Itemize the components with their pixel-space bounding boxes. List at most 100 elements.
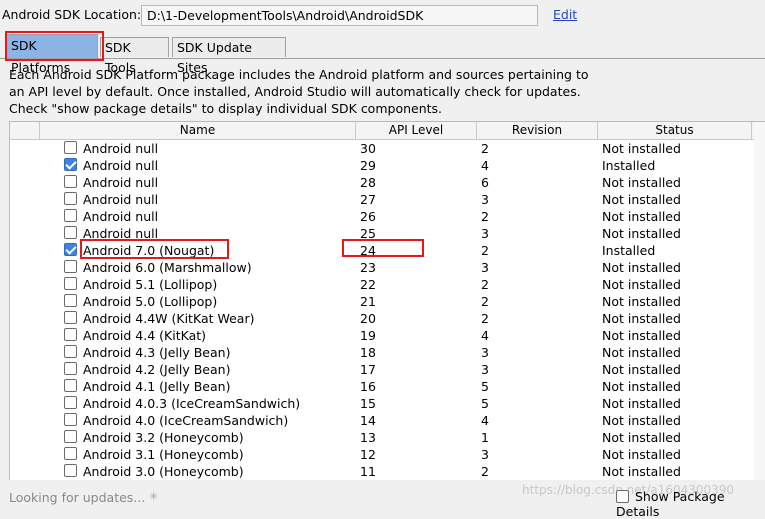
table-row[interactable]: Android 4.4 (KitKat) 19 4 Not installed [10, 327, 765, 344]
api-level-cell: 25 [360, 226, 376, 241]
revision-cell: 4 [481, 328, 489, 343]
platform-checkbox[interactable] [64, 294, 77, 307]
table-row[interactable]: Android 5.0 (Lollipop) 21 2 Not installed [10, 293, 765, 310]
sdk-location-label: Android SDK Location: [2, 7, 142, 22]
column-header-name[interactable]: Name [40, 122, 356, 139]
platform-checkbox[interactable] [64, 192, 77, 205]
table-row[interactable]: Android 4.0.3 (IceCreamSandwich) 15 5 Not i… [10, 395, 765, 412]
status-cell: Not installed [602, 175, 681, 190]
platform-name-cell: Android 4.4W (KitKat Wear) [83, 311, 255, 326]
table-row[interactable]: Android 5.1 (Lollipop) 22 2 Not installed [10, 276, 765, 293]
table-row[interactable]: Android 4.0 (IceCreamSandwich) 14 4 Not ins… [10, 412, 765, 429]
platform-checkbox[interactable] [64, 328, 77, 341]
platform-checkbox[interactable] [64, 226, 77, 239]
status-cell: Not installed [602, 192, 681, 207]
platform-checkbox[interactable] [64, 345, 77, 358]
revision-cell: 3 [481, 226, 489, 241]
platform-name-cell: Android 3.1 (Honeycomb) [83, 447, 244, 462]
status-cell: Not installed [602, 413, 681, 428]
status-cell: Not installed [602, 311, 681, 326]
status-cell: Not installed [602, 294, 681, 309]
platform-checkbox[interactable] [64, 362, 77, 375]
status-cell: Not installed [602, 277, 681, 292]
tab-sdk-platforms[interactable]: SDK Platforms [6, 34, 98, 75]
api-level-cell: 19 [360, 328, 376, 343]
table-row[interactable]: Android null 25 3 Not installed [10, 225, 765, 242]
tab-sdk-update-sites[interactable]: SDK Update Sites [172, 37, 286, 75]
api-level-cell: 20 [360, 311, 376, 326]
table-row[interactable]: Android 6.0 (Marshmallow) 23 3 Not installe… [10, 259, 765, 276]
platform-checkbox[interactable] [64, 277, 77, 290]
table-row[interactable]: Android 4.2 (Jelly Bean) 17 3 Not installed [10, 361, 765, 378]
revision-cell: 3 [481, 447, 489, 462]
api-level-cell: 23 [360, 260, 376, 275]
platform-checkbox[interactable] [64, 396, 77, 409]
table-row[interactable]: Android 3.2 (Honeycomb) 13 1 Not installed [10, 429, 765, 446]
table-row[interactable]: Android null 28 6 Not installed [10, 174, 765, 191]
revision-cell: 4 [481, 158, 489, 173]
table-row[interactable]: Android 7.0 (Nougat) 24 2 Installed [10, 242, 765, 259]
api-level-cell: 15 [360, 396, 376, 411]
platform-checkbox[interactable] [64, 175, 77, 188]
platform-name-cell: Android 7.0 (Nougat) [83, 243, 215, 258]
table-row[interactable]: Android 3.0 (Honeycomb) 11 2 Not installed [10, 463, 765, 480]
status-cell: Not installed [602, 226, 681, 241]
show-package-details-label: Show Package Details [616, 489, 725, 519]
platform-checkbox[interactable] [64, 447, 77, 460]
revision-cell: 5 [481, 379, 489, 394]
loading-spinner-icon: ✳ [149, 490, 159, 503]
platform-checkbox[interactable] [64, 260, 77, 273]
revision-cell: 2 [481, 464, 489, 479]
column-header-api-level[interactable]: API Level [356, 122, 477, 139]
tab-sdk-tools[interactable]: SDK Tools [100, 37, 169, 75]
platform-checkbox[interactable] [64, 158, 77, 171]
platform-checkbox[interactable] [64, 379, 77, 392]
platform-checkbox[interactable] [64, 243, 77, 256]
column-header-status[interactable]: Status [598, 122, 752, 139]
api-level-cell: 30 [360, 141, 376, 156]
revision-cell: 3 [481, 260, 489, 275]
revision-cell: 6 [481, 175, 489, 190]
table-row[interactable]: Android null 26 2 Not installed [10, 208, 765, 225]
table-row[interactable]: Android null 29 4 Installed [10, 157, 765, 174]
table-row[interactable]: Android null 30 2 Not installed [10, 140, 765, 157]
show-package-details-checkbox[interactable] [616, 490, 629, 503]
api-level-cell: 24 [360, 243, 376, 258]
revision-cell: 2 [481, 243, 489, 258]
revision-cell: 5 [481, 396, 489, 411]
platform-checkbox[interactable] [64, 464, 77, 477]
table-row[interactable]: Android 4.3 (Jelly Bean) 18 3 Not installed [10, 344, 765, 361]
table-scroll-gutter [754, 122, 765, 480]
api-level-cell: 17 [360, 362, 376, 377]
status-cell: Not installed [602, 345, 681, 360]
table-row[interactable]: Android 4.4W (KitKat Wear) 20 2 Not install… [10, 310, 765, 327]
api-level-cell: 28 [360, 175, 376, 190]
platform-checkbox[interactable] [64, 311, 77, 324]
platform-name-cell: Android 5.0 (Lollipop) [83, 294, 218, 309]
show-package-details[interactable]: Show Package Details [616, 489, 765, 519]
table-row[interactable]: Android 4.1 (Jelly Bean) 16 5 Not installed [10, 378, 765, 395]
revision-cell: 2 [481, 311, 489, 326]
status-cell: Installed [602, 243, 656, 258]
platform-checkbox[interactable] [64, 430, 77, 443]
status-cell: Not installed [602, 328, 681, 343]
platform-checkbox[interactable] [64, 413, 77, 426]
status-cell: Not installed [602, 209, 681, 224]
api-level-cell: 27 [360, 192, 376, 207]
column-header-select[interactable] [10, 122, 40, 139]
revision-cell: 2 [481, 141, 489, 156]
edit-link[interactable]: Edit [553, 7, 577, 22]
sdk-location-field[interactable]: D:\1-DevelopmentTools\Android\AndroidSDK [141, 5, 538, 26]
platform-checkbox[interactable] [64, 209, 77, 222]
status-cell: Not installed [602, 430, 681, 445]
table-row[interactable]: Android 3.1 (Honeycomb) 12 3 Not installed [10, 446, 765, 463]
column-header-revision[interactable]: Revision [477, 122, 598, 139]
platform-name-cell: Android 4.1 (Jelly Bean) [83, 379, 231, 394]
platform-name-cell: Android null [83, 192, 159, 207]
platform-name-cell: Android 4.3 (Jelly Bean) [83, 345, 231, 360]
platform-checkbox[interactable] [64, 141, 77, 154]
platform-name-cell: Android null [83, 209, 159, 224]
table-row[interactable]: Android null 27 3 Not installed [10, 191, 765, 208]
platform-name-cell: Android 4.4 (KitKat) [83, 328, 207, 343]
status-text: Looking for updates... [9, 490, 146, 505]
